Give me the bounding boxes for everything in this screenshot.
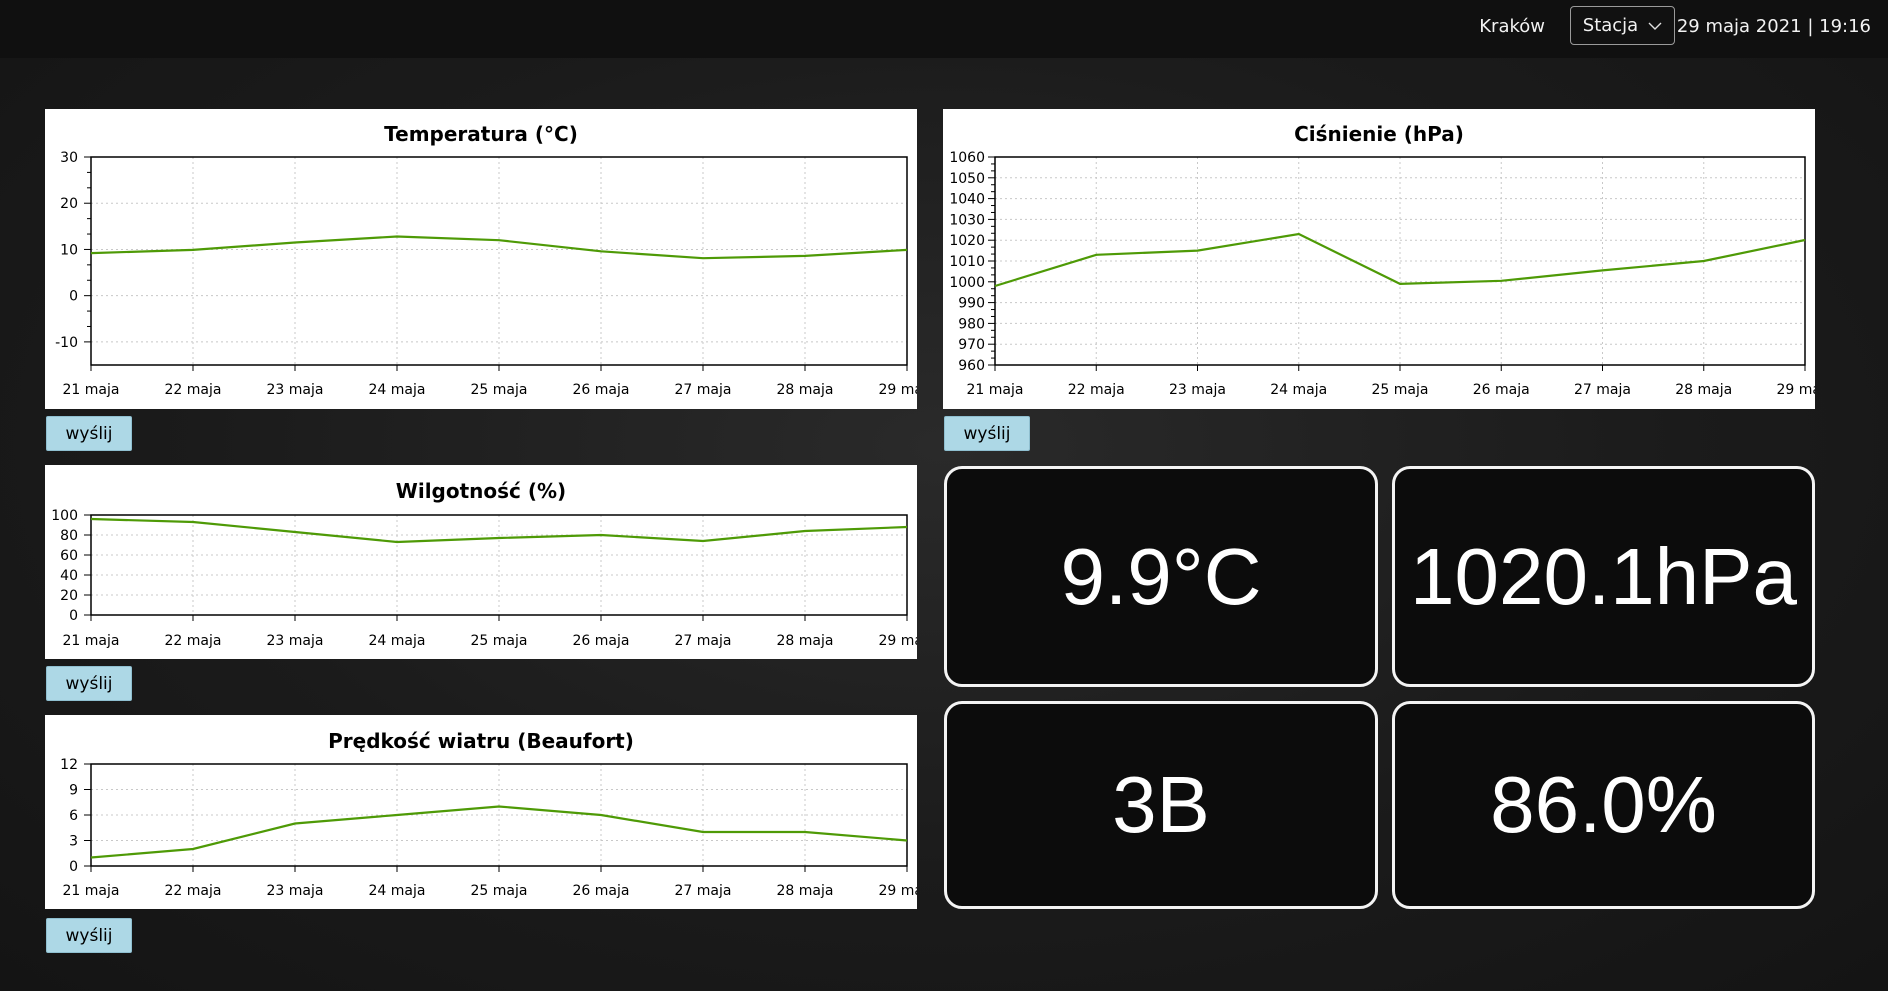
x-tick-label: 26 maja [573,633,630,649]
y-tick-label: 980 [958,316,985,332]
y-tick-label: 990 [958,296,985,312]
x-tick-label: 22 maja [165,633,222,649]
chevron-down-icon [1648,22,1662,30]
y-tick-label: 1050 [949,171,985,187]
x-tick-label: 21 maja [63,633,120,649]
current-datetime: 29 maja 2021 | 19:16 [1676,16,1871,37]
y-tick-label: 40 [60,568,78,584]
x-tick-label: 28 maja [777,382,834,398]
temperature-send-button[interactable]: wyślij [46,416,132,451]
wind-send-button[interactable]: wyślij [46,918,132,953]
x-tick-label: 25 maja [471,883,528,899]
wind-tile: 3B [944,701,1378,909]
x-tick-label: 29 maja [1777,382,1815,398]
y-tick-label: 100 [51,508,78,524]
y-tick-label: 60 [60,548,78,564]
pressure-send-button[interactable]: wyślij [944,416,1030,451]
x-tick-label: 21 maja [63,382,120,398]
y-tick-label: 6 [69,808,78,824]
x-tick-label: 24 maja [369,633,426,649]
x-tick-label: 25 maja [471,382,528,398]
x-tick-label: 21 maja [967,382,1024,398]
x-tick-label: 22 maja [1068,382,1125,398]
y-tick-label: 12 [60,757,78,773]
y-tick-label: 1020 [949,233,985,249]
pressure-grid [995,156,1806,365]
x-tick-label: 29 maja [879,382,917,398]
y-tick-label: 1000 [949,275,985,291]
humidity-send-button[interactable]: wyślij [46,666,132,701]
x-tick-label: 23 maja [267,633,324,649]
y-tick-label: 1030 [949,212,985,228]
humidity-chart-panel: Wilgotność (%) 21 maja 22 maja 23 maja 24 m… [45,465,917,659]
x-tick-label: 24 maja [1270,382,1327,398]
y-tick-label: -10 [55,335,78,351]
x-tick-label: 24 maja [369,883,426,899]
x-tick-label: 26 maja [573,883,630,899]
x-tick-label: 28 maja [777,883,834,899]
temperature-tile: 9.9°C [944,466,1378,687]
y-tick-label: 0 [69,289,78,305]
x-tick-label: 28 maja [1675,382,1732,398]
y-tick-label: 3 [69,834,78,850]
x-tick-label: 25 maja [1372,382,1429,398]
y-tick-label: 20 [60,588,78,604]
temperature-chart: 21 maja 22 maja 23 maja 24 maja 25 maja 26 ma… [55,150,917,398]
top-bar: Kraków Stacja 29 maja 2021 | 19:16 [0,0,1888,58]
x-tick-label: 22 maja [165,883,222,899]
x-tick-label: 29 maja [879,633,917,649]
x-tick-label: 27 maja [1574,382,1631,398]
temperature-chart-panel: Temperatura (°C) 21 maja 22 maja 23 maja 24… [45,109,917,409]
station-dropdown[interactable]: Stacja [1570,6,1675,45]
x-tick-label: 28 maja [777,633,834,649]
x-tick-label: 21 maja [63,883,120,899]
x-tick-label: 26 maja [1473,382,1530,398]
x-tick-label: 27 maja [675,382,732,398]
x-tick-label: 23 maja [267,883,324,899]
city-label: Kraków [1479,16,1545,37]
pressure-chart: 21 maja 22 maja 23 maja 24 maja 25 maja 26 ma… [949,150,1815,398]
x-tick-label: 27 maja [675,883,732,899]
y-tick-label: 20 [60,196,78,212]
y-tick-label: 10 [60,242,78,258]
y-tick-label: 0 [69,608,78,624]
x-tick-label: 27 maja [675,633,732,649]
humidity-tile: 86.0% [1392,701,1815,909]
y-tick-label: 9 [69,783,78,799]
x-tick-label: 26 maja [573,382,630,398]
y-tick-label: 1040 [949,192,985,208]
y-tick-label: 1060 [949,150,985,166]
temperature-grid [91,156,908,365]
y-tick-label: 960 [958,358,985,374]
wind-chart: 21 maja 22 maja 23 maja 24 maja 25 maja 26 ma… [60,757,917,899]
pressure-tile: 1020.1hPa [1392,466,1815,687]
x-tick-label: 23 maja [267,382,324,398]
y-tick-label: 80 [60,528,78,544]
pressure-chart-panel: Ciśnienie (hPa) 21 maja 22 maja 23 maja 24 … [943,109,1815,409]
y-tick-label: 1010 [949,254,985,270]
humidity-grid [91,514,908,615]
station-dropdown-label: Stacja [1582,15,1639,36]
y-tick-label: 30 [60,150,78,166]
wind-chart-panel: Prędkość wiatru (Beaufort) 21 maja 22 maj… [45,715,917,909]
x-tick-label: 29 maja [879,883,917,899]
y-tick-label: 970 [958,337,985,353]
x-tick-label: 25 maja [471,633,528,649]
wind-grid [91,763,908,866]
y-tick-label: 0 [69,859,78,875]
x-tick-label: 24 maja [369,382,426,398]
x-tick-label: 22 maja [165,382,222,398]
x-tick-label: 23 maja [1169,382,1226,398]
humidity-chart: 21 maja 22 maja 23 maja 24 maja 25 maja 26 ma… [51,508,917,649]
